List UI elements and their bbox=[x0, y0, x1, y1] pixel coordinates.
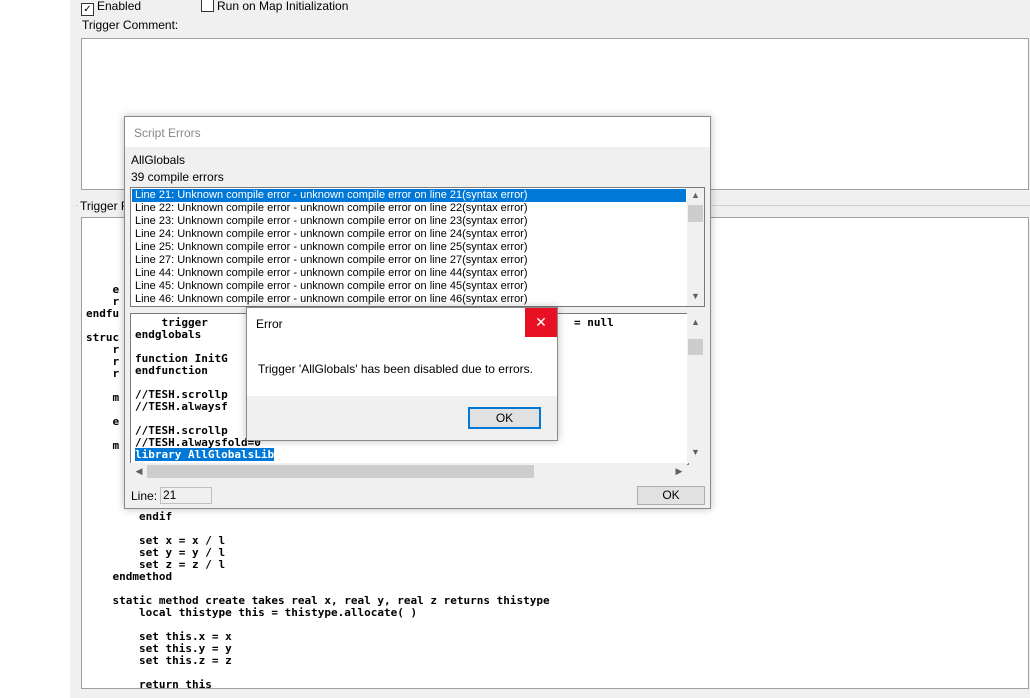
close-icon[interactable]: ✕ bbox=[525, 308, 557, 337]
error-list-item[interactable]: Line 22: Unknown compile error - unknown… bbox=[132, 202, 686, 215]
enabled-checkbox-box[interactable]: ✓ bbox=[81, 3, 94, 16]
run-on-init-checkbox[interactable]: Run on Map Initialization bbox=[201, 0, 348, 13]
source-line: //TESH.alwaysf bbox=[135, 400, 228, 413]
error-dialog-ok-button[interactable]: OK bbox=[468, 407, 541, 429]
trigger-name-label: AllGlobals bbox=[131, 153, 186, 167]
code-line: m bbox=[86, 439, 120, 452]
code-visible-lines: endif set x = x / l set y = y / l set z … bbox=[86, 510, 549, 689]
error-dialog: Error ✕ Trigger 'AllGlobals' has been di… bbox=[246, 307, 558, 441]
source-vscroll-thumb[interactable] bbox=[688, 339, 703, 355]
error-list-item[interactable]: Line 24: Unknown compile error - unknown… bbox=[132, 228, 686, 241]
error-dialog-title: Error bbox=[256, 317, 283, 331]
code-line: endif bbox=[86, 510, 173, 523]
source-scroll-up-icon[interactable]: ▲ bbox=[687, 317, 704, 327]
code-line: return this bbox=[86, 678, 212, 689]
code-line: set this.z = z bbox=[86, 654, 232, 667]
trigger-comment-label: Trigger Comment: bbox=[82, 18, 179, 32]
error-dialog-body bbox=[247, 308, 557, 396]
enabled-checkbox[interactable]: ✓ Enabled bbox=[81, 0, 142, 16]
error-list[interactable]: Line 21: Unknown compile error - unknown… bbox=[130, 187, 705, 307]
code-line: local thistype this = thistype.allocate(… bbox=[86, 606, 418, 619]
error-list-item[interactable]: Line 46: Unknown compile error - unknown… bbox=[132, 293, 686, 306]
code-visible-fragment: e r endfu struc r r r m e m bbox=[86, 284, 119, 452]
source-scroll-down-icon[interactable]: ▼ bbox=[687, 447, 704, 457]
run-on-init-label: Run on Map Initialization bbox=[217, 0, 349, 13]
error-list-item[interactable]: Line 25: Unknown compile error - unknown… bbox=[132, 241, 686, 254]
run-on-init-checkbox-box[interactable] bbox=[201, 0, 214, 12]
error-list-item[interactable]: Line 44: Unknown compile error - unknown… bbox=[132, 267, 686, 280]
scroll-down-icon[interactable]: ▼ bbox=[687, 291, 704, 301]
error-list-scroll-thumb[interactable] bbox=[688, 205, 703, 222]
error-list-scrollbar[interactable]: ▲ ▼ bbox=[687, 188, 704, 306]
enabled-label: Enabled bbox=[97, 0, 142, 13]
error-rows: Line 21: Unknown compile error - unknown… bbox=[132, 189, 686, 306]
source-lines: trigger endglobals function InitG endfunct… bbox=[135, 317, 261, 449]
error-list-item[interactable]: Line 27: Unknown compile error - unknown… bbox=[132, 254, 686, 267]
code-line: endmethod bbox=[86, 570, 173, 583]
script-errors-ok-button[interactable]: OK bbox=[637, 486, 705, 505]
source-horizontal-scrollbar[interactable]: ◀ ▶ bbox=[130, 463, 687, 480]
source-vertical-scrollbar[interactable]: ▲ ▼ bbox=[687, 313, 704, 463]
error-count-label: 39 compile errors bbox=[131, 170, 224, 184]
left-pane bbox=[0, 0, 71, 698]
script-errors-titlebar[interactable]: Script Errors bbox=[125, 117, 710, 147]
error-dialog-message: Trigger 'AllGlobals' has been disabled d… bbox=[258, 362, 533, 376]
line-label: Line: bbox=[131, 489, 158, 503]
source-scroll-left-icon[interactable]: ◀ bbox=[133, 466, 145, 477]
scroll-up-icon[interactable]: ▲ bbox=[687, 190, 704, 200]
source-scroll-right-icon[interactable]: ▶ bbox=[673, 466, 685, 477]
source-line: endfunction bbox=[135, 364, 208, 377]
script-errors-title: Script Errors bbox=[134, 126, 201, 140]
source-right-fragment: = null bbox=[574, 316, 614, 329]
selected-source-line[interactable]: library AllGlobalsLib bbox=[135, 448, 275, 461]
source-hscroll-thumb[interactable] bbox=[147, 465, 534, 478]
line-number-field[interactable]: 21 bbox=[160, 487, 212, 504]
error-list-item[interactable]: Line 21: Unknown compile error - unknown… bbox=[132, 189, 686, 202]
source-line: endglobals bbox=[135, 328, 202, 341]
error-list-item[interactable]: Line 23: Unknown compile error - unknown… bbox=[132, 215, 686, 228]
error-list-item[interactable]: Line 45: Unknown compile error - unknown… bbox=[132, 280, 686, 293]
